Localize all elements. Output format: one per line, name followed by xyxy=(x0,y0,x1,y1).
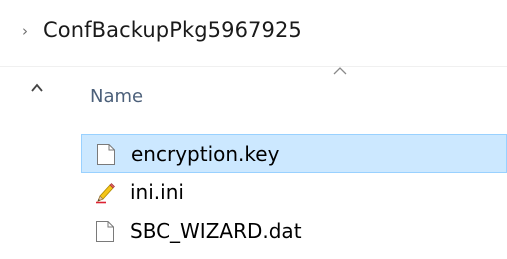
file-name: SBC_WIZARD.dat xyxy=(130,219,302,243)
divider xyxy=(0,66,507,67)
file-name: ini.ini xyxy=(130,180,184,204)
breadcrumb-folder[interactable]: ConfBackupPkg5967925 xyxy=(43,17,302,43)
sort-ascending-icon xyxy=(333,67,347,75)
address-breadcrumb: › ConfBackupPkg5967925 xyxy=(0,0,507,66)
file-row[interactable]: ini.ini xyxy=(81,173,507,212)
blank-file-icon xyxy=(97,144,115,165)
blank-file-icon xyxy=(96,221,114,242)
column-header-name[interactable]: Name xyxy=(90,85,143,109)
file-row[interactable]: SBC_WIZARD.dat xyxy=(81,212,507,251)
breadcrumb-chevron-icon[interactable]: › xyxy=(22,21,28,41)
file-row[interactable]: encryption.key xyxy=(81,134,507,173)
file-name: encryption.key xyxy=(131,142,280,166)
ini-config-file-icon xyxy=(96,183,115,204)
collapse-up-icon[interactable] xyxy=(30,82,44,94)
